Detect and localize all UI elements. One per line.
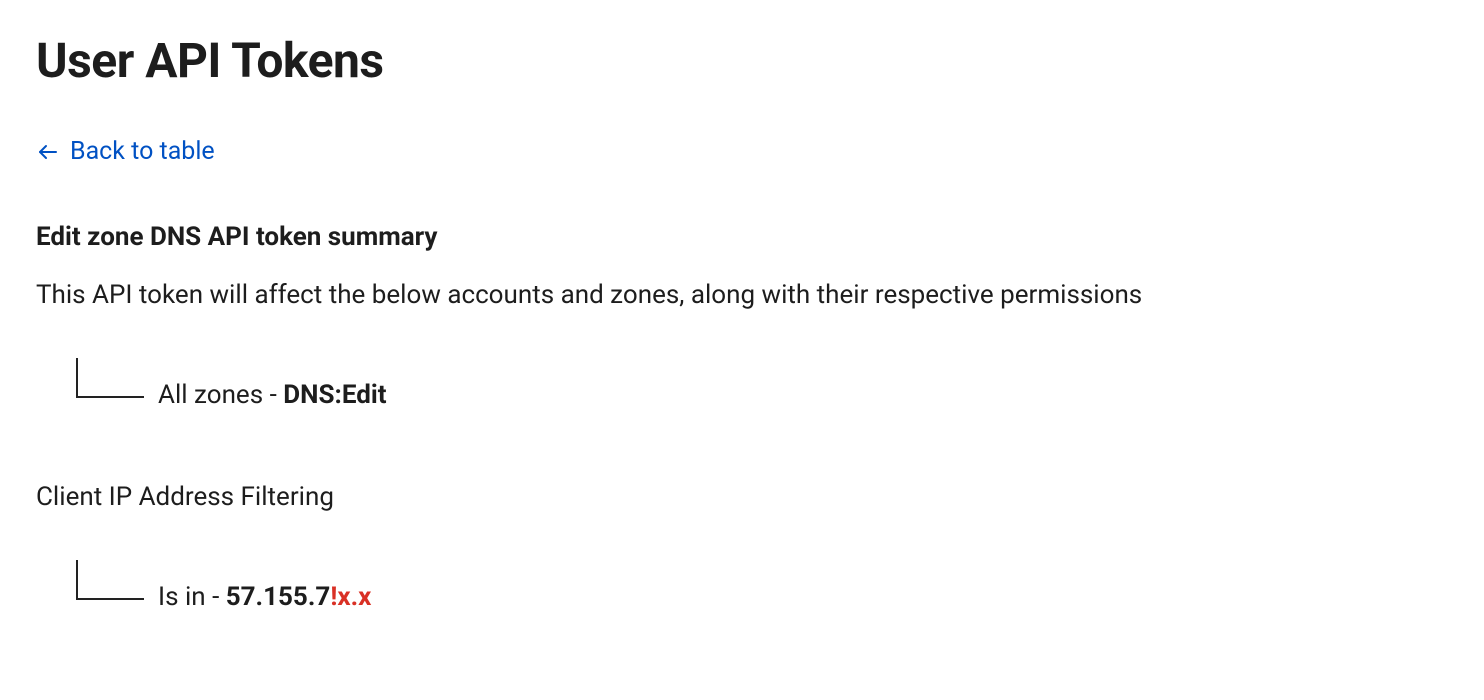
summary-title: Edit zone DNS API token summary	[36, 222, 1448, 252]
ip-filtering-label: Client IP Address Filtering	[36, 482, 1448, 512]
permission-value: DNS:Edit	[283, 380, 386, 410]
page-title: User API Tokens	[36, 32, 1448, 89]
ip-filter-label: Is in - 57.155.7!x.x	[158, 582, 371, 612]
ip-filter-condition: Is in	[158, 582, 206, 612]
summary-description: This API token will affect the below acc…	[36, 280, 1448, 310]
ip-redacted: !x.x	[330, 582, 371, 612]
permission-label: All zones - DNS:Edit	[158, 380, 387, 410]
arrow-left-icon	[36, 140, 60, 164]
tree-connector-icon	[76, 358, 144, 398]
ip-prefix: 57.155.7	[226, 582, 331, 612]
ip-filter-separator: -	[206, 582, 226, 612]
ip-filter-tree-item: Is in - 57.155.7!x.x	[76, 560, 1448, 612]
back-to-table-link[interactable]: Back to table	[36, 137, 215, 166]
permission-scope: All zones	[158, 380, 263, 410]
back-link-label: Back to table	[70, 137, 215, 166]
tree-connector-icon	[76, 560, 144, 600]
permission-tree-item: All zones - DNS:Edit	[76, 358, 1448, 410]
permission-separator: -	[263, 380, 283, 410]
